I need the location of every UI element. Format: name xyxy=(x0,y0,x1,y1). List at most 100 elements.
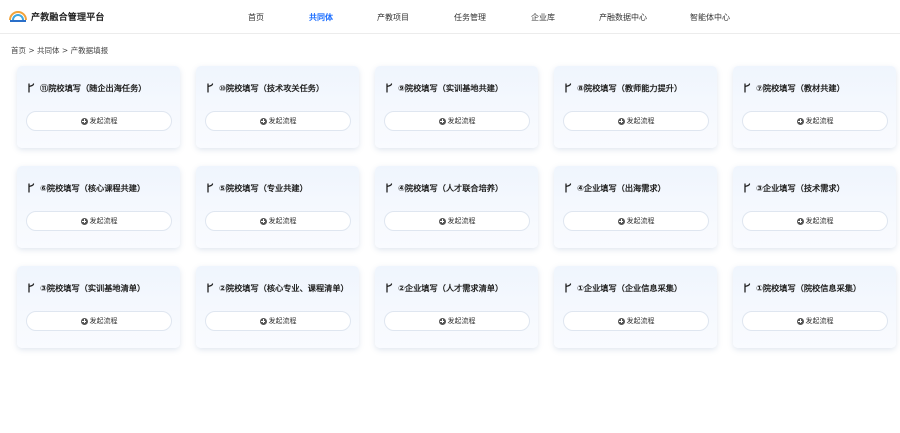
start-process-label: 发起流程 xyxy=(268,317,297,325)
workflow-card: ①企业填写（企业信息采集） 发起流程 xyxy=(554,266,717,348)
start-process-label: 发起流程 xyxy=(805,317,834,325)
workflow-card: ③院校填写（实训基地清单） 发起流程 xyxy=(17,266,180,348)
card-title: ⑨院校填写（实训基地共建） xyxy=(385,82,530,94)
start-process-label: 发起流程 xyxy=(268,117,297,125)
card-title: ⑦院校填写（教材共建） xyxy=(743,82,888,94)
branch-icon xyxy=(744,283,751,293)
plus-circle-icon xyxy=(617,217,625,225)
start-process-button[interactable]: 发起流程 xyxy=(26,211,172,231)
workflow-card: ④院校填写（人才联合培养） 发起流程 xyxy=(375,166,538,248)
card-title-text: ①企业填写（企业信息采集） xyxy=(577,283,683,293)
nav-item-tasks[interactable]: 任务管理 xyxy=(454,12,486,23)
plus-circle-icon xyxy=(259,317,267,325)
start-process-button[interactable]: 发起流程 xyxy=(563,311,709,331)
plus-circle-icon xyxy=(259,117,267,125)
nav-item-agent-center[interactable]: 智能体中心 xyxy=(690,12,730,23)
card-title-text: ⑧院校填写（教师能力提升） xyxy=(577,83,683,93)
workflow-card: ⑤院校填写（专业共建） 发起流程 xyxy=(196,166,359,248)
card-title-text: ⑦院校填写（教材共建） xyxy=(756,83,845,93)
branch-icon xyxy=(744,83,751,93)
workflow-card: ⑪院校填写（随企出海任务） 发起流程 xyxy=(17,66,180,148)
card-title-text: ③院校填写（实训基地清单） xyxy=(40,283,146,293)
start-process-label: 发起流程 xyxy=(805,117,834,125)
workflow-card: ③企业填写（技术需求） 发起流程 xyxy=(733,166,896,248)
start-process-button[interactable]: 发起流程 xyxy=(563,211,709,231)
start-process-button[interactable]: 发起流程 xyxy=(742,211,888,231)
card-title: ③院校填写（实训基地清单） xyxy=(27,282,172,294)
branch-icon xyxy=(207,83,214,93)
card-title: ①企业填写（企业信息采集） xyxy=(564,282,709,294)
branch-icon xyxy=(565,183,572,193)
workflow-card: ⑦院校填写（教材共建） 发起流程 xyxy=(733,66,896,148)
card-title-text: ④企业填写（出海需求） xyxy=(577,183,666,193)
branch-icon xyxy=(207,183,214,193)
card-title: ⑩院校填写（技术攻关任务） xyxy=(206,82,351,94)
plus-circle-icon xyxy=(796,317,804,325)
nav-item-home[interactable]: 首页 xyxy=(248,12,264,23)
start-process-button[interactable]: 发起流程 xyxy=(384,111,530,131)
card-title: ⑧院校填写（教师能力提升） xyxy=(564,82,709,94)
workflow-card: ②企业填写（人才需求清单） 发起流程 xyxy=(375,266,538,348)
start-process-label: 发起流程 xyxy=(447,317,476,325)
card-title: ④企业填写（出海需求） xyxy=(564,182,709,194)
plus-circle-icon xyxy=(617,117,625,125)
branch-icon xyxy=(744,183,751,193)
card-title: ⑤院校填写（专业共建） xyxy=(206,182,351,194)
start-process-label: 发起流程 xyxy=(89,217,118,225)
start-process-button[interactable]: 发起流程 xyxy=(384,211,530,231)
nav-item-community[interactable]: 共同体 xyxy=(309,12,333,23)
plus-circle-icon xyxy=(80,217,88,225)
card-title: ②院校填写（核心专业、课程清单） xyxy=(206,282,351,294)
nav-item-projects[interactable]: 产教项目 xyxy=(377,12,409,23)
start-process-button[interactable]: 发起流程 xyxy=(205,111,351,131)
start-process-button[interactable]: 发起流程 xyxy=(205,311,351,331)
start-process-label: 发起流程 xyxy=(626,117,655,125)
workflow-card: ①院校填写（院校信息采集） 发起流程 xyxy=(733,266,896,348)
start-process-button[interactable]: 发起流程 xyxy=(205,211,351,231)
workflow-card: ⑧院校填写（教师能力提升） 发起流程 xyxy=(554,66,717,148)
workflow-card: ⑩院校填写（技术攻关任务） 发起流程 xyxy=(196,66,359,148)
card-title-text: ⑤院校填写（专业共建） xyxy=(219,183,308,193)
workflow-card: ②院校填写（核心专业、课程清单） 发起流程 xyxy=(196,266,359,348)
start-process-label: 发起流程 xyxy=(626,217,655,225)
breadcrumb: 首页 > 共同体 > 产教据填报 xyxy=(11,46,109,55)
start-process-label: 发起流程 xyxy=(626,317,655,325)
branch-icon xyxy=(386,83,393,93)
card-title-text: ⑩院校填写（技术攻关任务） xyxy=(219,83,325,93)
main-nav: 首页 共同体 产教项目 任务管理 企业库 产融数据中心 智能体中心 xyxy=(0,0,900,34)
card-title: ②企业填写（人才需求清单） xyxy=(385,282,530,294)
branch-icon xyxy=(565,83,572,93)
card-title: ⑥院校填写（核心课程共建） xyxy=(27,182,172,194)
card-title: ⑪院校填写（随企出海任务） xyxy=(27,82,172,94)
nav-item-data-center[interactable]: 产融数据中心 xyxy=(599,12,647,23)
start-process-button[interactable]: 发起流程 xyxy=(742,311,888,331)
plus-circle-icon xyxy=(80,117,88,125)
start-process-label: 发起流程 xyxy=(805,217,834,225)
card-title-text: ②院校填写（核心专业、课程清单） xyxy=(219,283,349,293)
plus-circle-icon xyxy=(438,217,446,225)
branch-icon xyxy=(207,283,214,293)
top-header: 产教融合管理平台 首页 共同体 产教项目 任务管理 企业库 产融数据中心 智能体… xyxy=(0,0,900,34)
workflow-card: ④企业填写（出海需求） 发起流程 xyxy=(554,166,717,248)
card-title-text: ①院校填写（院校信息采集） xyxy=(756,283,862,293)
start-process-button[interactable]: 发起流程 xyxy=(26,311,172,331)
plus-circle-icon xyxy=(438,117,446,125)
card-title: ③企业填写（技术需求） xyxy=(743,182,888,194)
start-process-button[interactable]: 发起流程 xyxy=(26,111,172,131)
card-title-text: ⑥院校填写（核心课程共建） xyxy=(40,183,146,193)
branch-icon xyxy=(386,283,393,293)
start-process-button[interactable]: 发起流程 xyxy=(384,311,530,331)
start-process-button[interactable]: 发起流程 xyxy=(742,111,888,131)
plus-circle-icon xyxy=(617,317,625,325)
start-process-button[interactable]: 发起流程 xyxy=(563,111,709,131)
plus-circle-icon xyxy=(796,217,804,225)
plus-circle-icon xyxy=(259,217,267,225)
workflow-card: ⑨院校填写（实训基地共建） 发起流程 xyxy=(375,66,538,148)
card-title: ④院校填写（人才联合培养） xyxy=(385,182,530,194)
nav-item-enterprise-library[interactable]: 企业库 xyxy=(531,12,555,23)
plus-circle-icon xyxy=(796,117,804,125)
card-title-text: ⑪院校填写（随企出海任务） xyxy=(40,83,147,93)
start-process-label: 发起流程 xyxy=(268,217,297,225)
card-title-text: ⑨院校填写（实训基地共建） xyxy=(398,83,504,93)
start-process-label: 发起流程 xyxy=(89,117,118,125)
